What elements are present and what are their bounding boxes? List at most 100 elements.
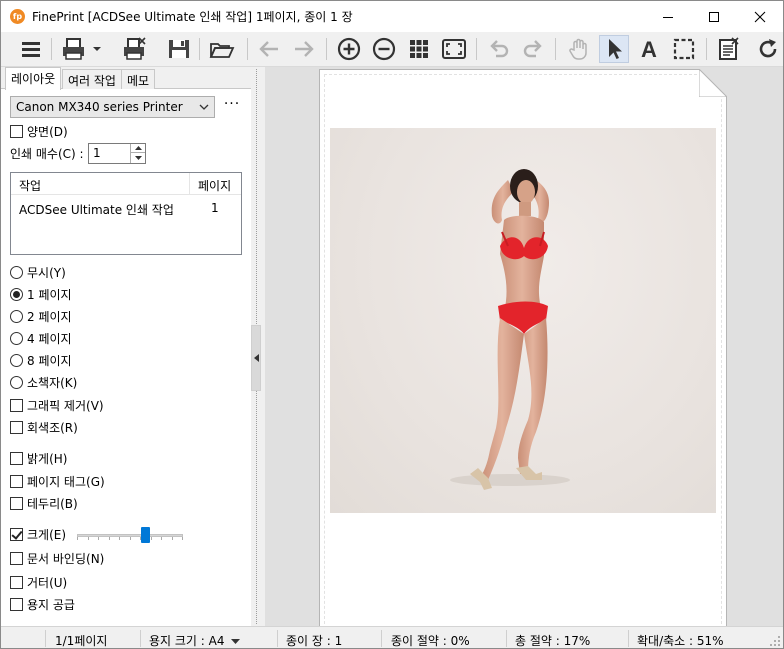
remove-graphics-checkbox[interactable]: 그래픽 제거(V): [10, 396, 104, 414]
checkbox-label: 문서 바인딩(N): [27, 551, 105, 566]
job-pages: 1: [211, 201, 219, 215]
job-column-header[interactable]: 작업: [19, 177, 41, 194]
print-delete-button[interactable]: [119, 35, 149, 63]
window-title: FinePrint [ACDSee Ultimate 인쇄 작업] 1페이지, …: [32, 10, 353, 24]
job-list[interactable]: 작업 페이지 ACDSee Ultimate 인쇄 작업 1: [10, 172, 242, 255]
print-button[interactable]: [59, 35, 103, 63]
slider-tick: [130, 537, 131, 540]
tab-multiple-jobs[interactable]: 여러 작업: [62, 69, 122, 89]
panel-splitter[interactable]: [251, 67, 265, 626]
maximize-button[interactable]: [691, 1, 737, 32]
radio-8-page[interactable]: [10, 353, 23, 367]
page-edit-icon: [719, 37, 739, 60]
model-figure-image: [450, 169, 570, 490]
checkbox-box[interactable]: [10, 398, 23, 412]
zoom-out-button[interactable]: [369, 35, 399, 63]
checkbox-box[interactable]: [10, 451, 23, 465]
menu-icon: [22, 42, 40, 57]
save-icon: [169, 40, 189, 58]
slider-thumb[interactable]: [141, 527, 150, 543]
pages-column-header[interactable]: 페이지: [189, 173, 241, 195]
printer-select[interactable]: Canon MX340 series Printer: [10, 96, 215, 118]
slider-tick: [182, 537, 183, 540]
radio-label: 소책자(K): [27, 375, 78, 390]
select-rect-button[interactable]: [669, 35, 699, 63]
status-paper-size[interactable]: 용지 크기 : A4: [149, 632, 241, 648]
slider-tick: [77, 537, 78, 540]
next-page-button[interactable]: [289, 35, 319, 63]
duplex-checkbox-box[interactable]: [10, 124, 23, 138]
hand-tool-button[interactable]: [564, 35, 594, 63]
collapse-panel-button[interactable]: [251, 325, 261, 391]
slider-tick: [119, 537, 120, 540]
print-delete-icon: [124, 37, 146, 60]
tab-strip: 레이아웃 여러 작업 메모: [1, 67, 251, 90]
layout-radio-4-page[interactable]: 4 페이지: [10, 329, 72, 347]
copies-spin[interactable]: [130, 144, 145, 163]
checkbox-box[interactable]: [10, 527, 23, 541]
refresh-button[interactable]: [753, 35, 783, 63]
page-fold-icon: [699, 69, 727, 97]
grayscale-checkbox[interactable]: 회색조(R): [10, 418, 78, 436]
minimize-button[interactable]: [645, 1, 691, 32]
layout-radio-booklet[interactable]: 소책자(K): [10, 373, 77, 391]
border-checkbox[interactable]: 테두리(B): [10, 494, 78, 512]
printer-options-button[interactable]: ···: [223, 97, 241, 115]
enlarge-checkbox[interactable]: 크게(E): [10, 525, 66, 543]
copies-stepper[interactable]: 1: [88, 143, 146, 164]
minimize-icon: [663, 16, 673, 18]
tab-layout[interactable]: 레이아웃: [5, 67, 62, 90]
tab-notes[interactable]: 메모: [121, 69, 156, 89]
thumbnails-button[interactable]: [404, 35, 434, 63]
lighten-checkbox[interactable]: 밝게(H): [10, 449, 67, 467]
job-list-header: 작업 페이지: [11, 173, 241, 195]
previous-page-button[interactable]: [254, 35, 284, 63]
menu-button[interactable]: [16, 35, 46, 63]
checkbox-box[interactable]: [10, 597, 23, 611]
checkbox-box[interactable]: [10, 551, 23, 565]
arrow-right-icon: [295, 41, 314, 57]
open-button[interactable]: [207, 35, 237, 63]
layout-radio-8-page[interactable]: 8 페이지: [10, 351, 72, 369]
spin-down-button[interactable]: [131, 153, 145, 162]
layout-radio-ignore[interactable]: 무시(Y): [10, 263, 66, 281]
checkbox-box[interactable]: [10, 575, 23, 589]
title-bar: fp FinePrint [ACDSee Ultimate 인쇄 작업] 1페이…: [1, 1, 783, 32]
gutter-checkbox[interactable]: 거터(U): [10, 573, 67, 591]
hand-icon: [569, 38, 587, 60]
select-rect-icon: [673, 38, 695, 60]
toolbar: A: [1, 32, 783, 67]
spin-up-button[interactable]: [131, 144, 145, 153]
radio-2-page[interactable]: [10, 309, 23, 323]
page-edit-button[interactable]: [714, 35, 744, 63]
close-button[interactable]: [737, 1, 783, 32]
text-icon: A: [641, 37, 657, 61]
preview-area[interactable]: [265, 67, 783, 626]
radio-1-page[interactable]: [10, 287, 23, 301]
undo-button[interactable]: [484, 35, 514, 63]
zoom-in-button[interactable]: [334, 35, 364, 63]
fit-page-button[interactable]: [439, 35, 469, 63]
radio-4-page[interactable]: [10, 331, 23, 345]
document-binding-checkbox[interactable]: 문서 바인딩(N): [10, 549, 104, 567]
duplex-checkbox[interactable]: 양면(D): [10, 122, 68, 140]
page-tag-checkbox[interactable]: 페이지 태그(G): [10, 472, 105, 490]
checkbox-label: 밝게(H): [27, 451, 68, 466]
paper-feed-checkbox[interactable]: 용지 공급: [10, 595, 75, 613]
radio-booklet[interactable]: [10, 375, 23, 389]
checkbox-box[interactable]: [10, 474, 23, 488]
radio-ignore[interactable]: [10, 265, 23, 279]
save-button[interactable]: [164, 35, 194, 63]
layout-radio-1-page[interactable]: 1 페이지: [10, 285, 72, 303]
paper-size-value: 용지 크기 : A4: [149, 634, 225, 648]
enlarge-slider[interactable]: [77, 526, 183, 546]
pointer-tool-button[interactable]: [599, 35, 629, 63]
chevron-down-icon: [199, 104, 209, 110]
checkbox-box[interactable]: [10, 420, 23, 434]
redo-button[interactable]: [518, 35, 548, 63]
checkbox-box[interactable]: [10, 496, 23, 510]
layout-radio-2-page[interactable]: 2 페이지: [10, 307, 72, 325]
text-tool-button[interactable]: A: [634, 35, 664, 63]
radio-label: 무시(Y): [27, 265, 66, 280]
open-folder-icon: [209, 43, 235, 58]
